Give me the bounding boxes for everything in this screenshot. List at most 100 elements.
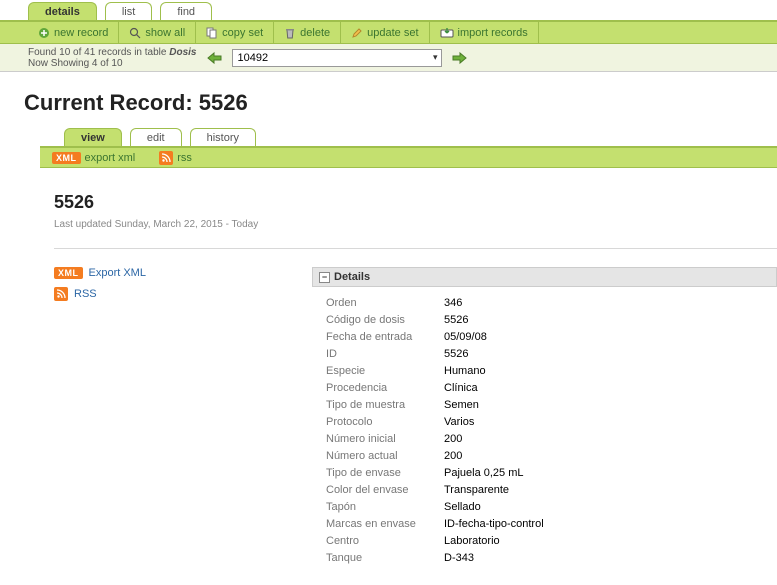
detail-key: Número inicial [326,433,444,445]
rss-icon [159,151,173,165]
detail-row: ID5526 [326,348,777,360]
divider [54,248,777,249]
rss-icon [54,287,68,301]
right-column: − Details Orden346Código de dosis5526Fec… [312,267,777,569]
detail-row: ProtocoloVarios [326,416,777,428]
found-n: 10 [59,47,70,58]
found-total: 41 [84,47,95,58]
new-record-button[interactable]: new record [28,22,119,44]
import-records-label: import records [458,27,528,39]
next-record-button[interactable] [450,49,470,67]
record-nav-bar: Found 10 of 41 records in table Dosis No… [0,44,777,72]
detail-row: EspecieHumano [326,365,777,377]
export-xml-link-label: Export XML [89,267,146,279]
detail-value: 200 [444,433,462,445]
detail-key: Protocolo [326,416,444,428]
detail-key: Especie [326,365,444,377]
details-panel-title: Details [334,271,370,283]
found-prefix: Found [28,47,59,58]
record-nav-info: Found 10 of 41 records in table Dosis No… [28,47,196,69]
table-name: Dosis [169,47,196,58]
tab-edit[interactable]: edit [130,128,182,146]
export-xml-label: export xml [85,152,136,164]
detail-value: ID-fecha-tipo-control [444,518,544,530]
showing-prefix: Now Showing [28,58,92,69]
detail-row: ProcedenciaClínica [326,382,777,394]
copy-set-button[interactable]: copy set [196,22,274,44]
show-all-button[interactable]: show all [119,22,196,44]
magnifier-icon [129,27,141,39]
detail-row: Fecha de entrada05/09/08 [326,331,777,343]
detail-key: Código de dosis [326,314,444,326]
export-xml-button[interactable]: XML export xml [52,152,135,164]
record-select-value: 10492 [237,52,268,64]
import-records-button[interactable]: import records [430,22,539,44]
detail-value: Clínica [444,382,478,394]
detail-value: Humano [444,365,486,377]
record-last-updated: Last updated Sunday, March 22, 2015 - To… [54,219,777,230]
detail-key: Tanque [326,552,444,564]
update-set-button[interactable]: update set [341,22,429,44]
details-panel-header[interactable]: − Details [312,267,777,287]
detail-key: Centro [326,535,444,547]
new-record-label: new record [54,27,108,39]
tab-view[interactable]: view [64,128,122,146]
detail-value: D-343 [444,552,474,564]
trash-icon [284,27,296,39]
xml-icon: XML [52,152,81,164]
arrow-left-icon [205,51,223,65]
found-suffix: records in table [95,47,169,58]
detail-value: Pajuela 0,25 mL [444,467,524,479]
detail-value: Semen [444,399,479,411]
record-title: 5526 [54,192,777,213]
detail-value: Varios [444,416,474,428]
detail-key: ID [326,348,444,360]
xml-icon: XML [54,267,83,279]
rss-link-label: RSS [74,288,97,300]
details-table: Orden346Código de dosis5526Fecha de entr… [326,297,777,564]
detail-value: 346 [444,297,462,309]
tab-find[interactable]: find [160,2,212,20]
tab-list[interactable]: list [105,2,152,20]
detail-value: Sellado [444,501,481,513]
arrow-right-icon [451,51,469,65]
found-mid: of [70,47,84,58]
detail-value: Transparente [444,484,509,496]
showing-mid: of [97,58,111,69]
rss-button[interactable]: rss [159,151,192,165]
detail-row: Número actual200 [326,450,777,462]
detail-row: Orden346 [326,297,777,309]
detail-key: Número actual [326,450,444,462]
page-title: Current Record: 5526 [24,90,777,116]
detail-key: Tipo de muestra [326,399,444,411]
detail-row: CentroLaboratorio [326,535,777,547]
detail-value: 05/09/08 [444,331,487,343]
page-title-id: 5526 [199,90,248,115]
detail-value: Laboratorio [444,535,500,547]
prev-record-button[interactable] [204,49,224,67]
view-tab-row: view edit history [40,126,777,148]
record-header: 5526 Last updated Sunday, March 22, 2015… [54,192,777,230]
top-tab-row: details list find [0,0,777,22]
export-xml-link[interactable]: XML Export XML [54,267,294,279]
pencil-icon [351,27,363,39]
copy-icon [206,27,218,39]
left-column: XML Export XML RSS [54,267,294,569]
collapse-icon: − [319,272,330,283]
detail-key: Orden [326,297,444,309]
detail-key: Procedencia [326,382,444,394]
record-select[interactable]: 10492 ▾ [232,49,442,67]
page-title-prefix: Current Record: [24,90,199,115]
rss-link[interactable]: RSS [54,287,294,301]
detail-row: Marcas en envaseID-fecha-tipo-control [326,518,777,530]
show-all-label: show all [145,27,185,39]
copy-set-label: copy set [222,27,263,39]
tab-details[interactable]: details [28,2,97,20]
detail-value: 200 [444,450,462,462]
detail-value: 5526 [444,348,468,360]
main-toolbar: new record show all copy set delete upda… [0,22,777,44]
plus-icon [38,27,50,39]
tab-history[interactable]: history [190,128,256,146]
delete-button[interactable]: delete [274,22,341,44]
detail-row: Código de dosis5526 [326,314,777,326]
